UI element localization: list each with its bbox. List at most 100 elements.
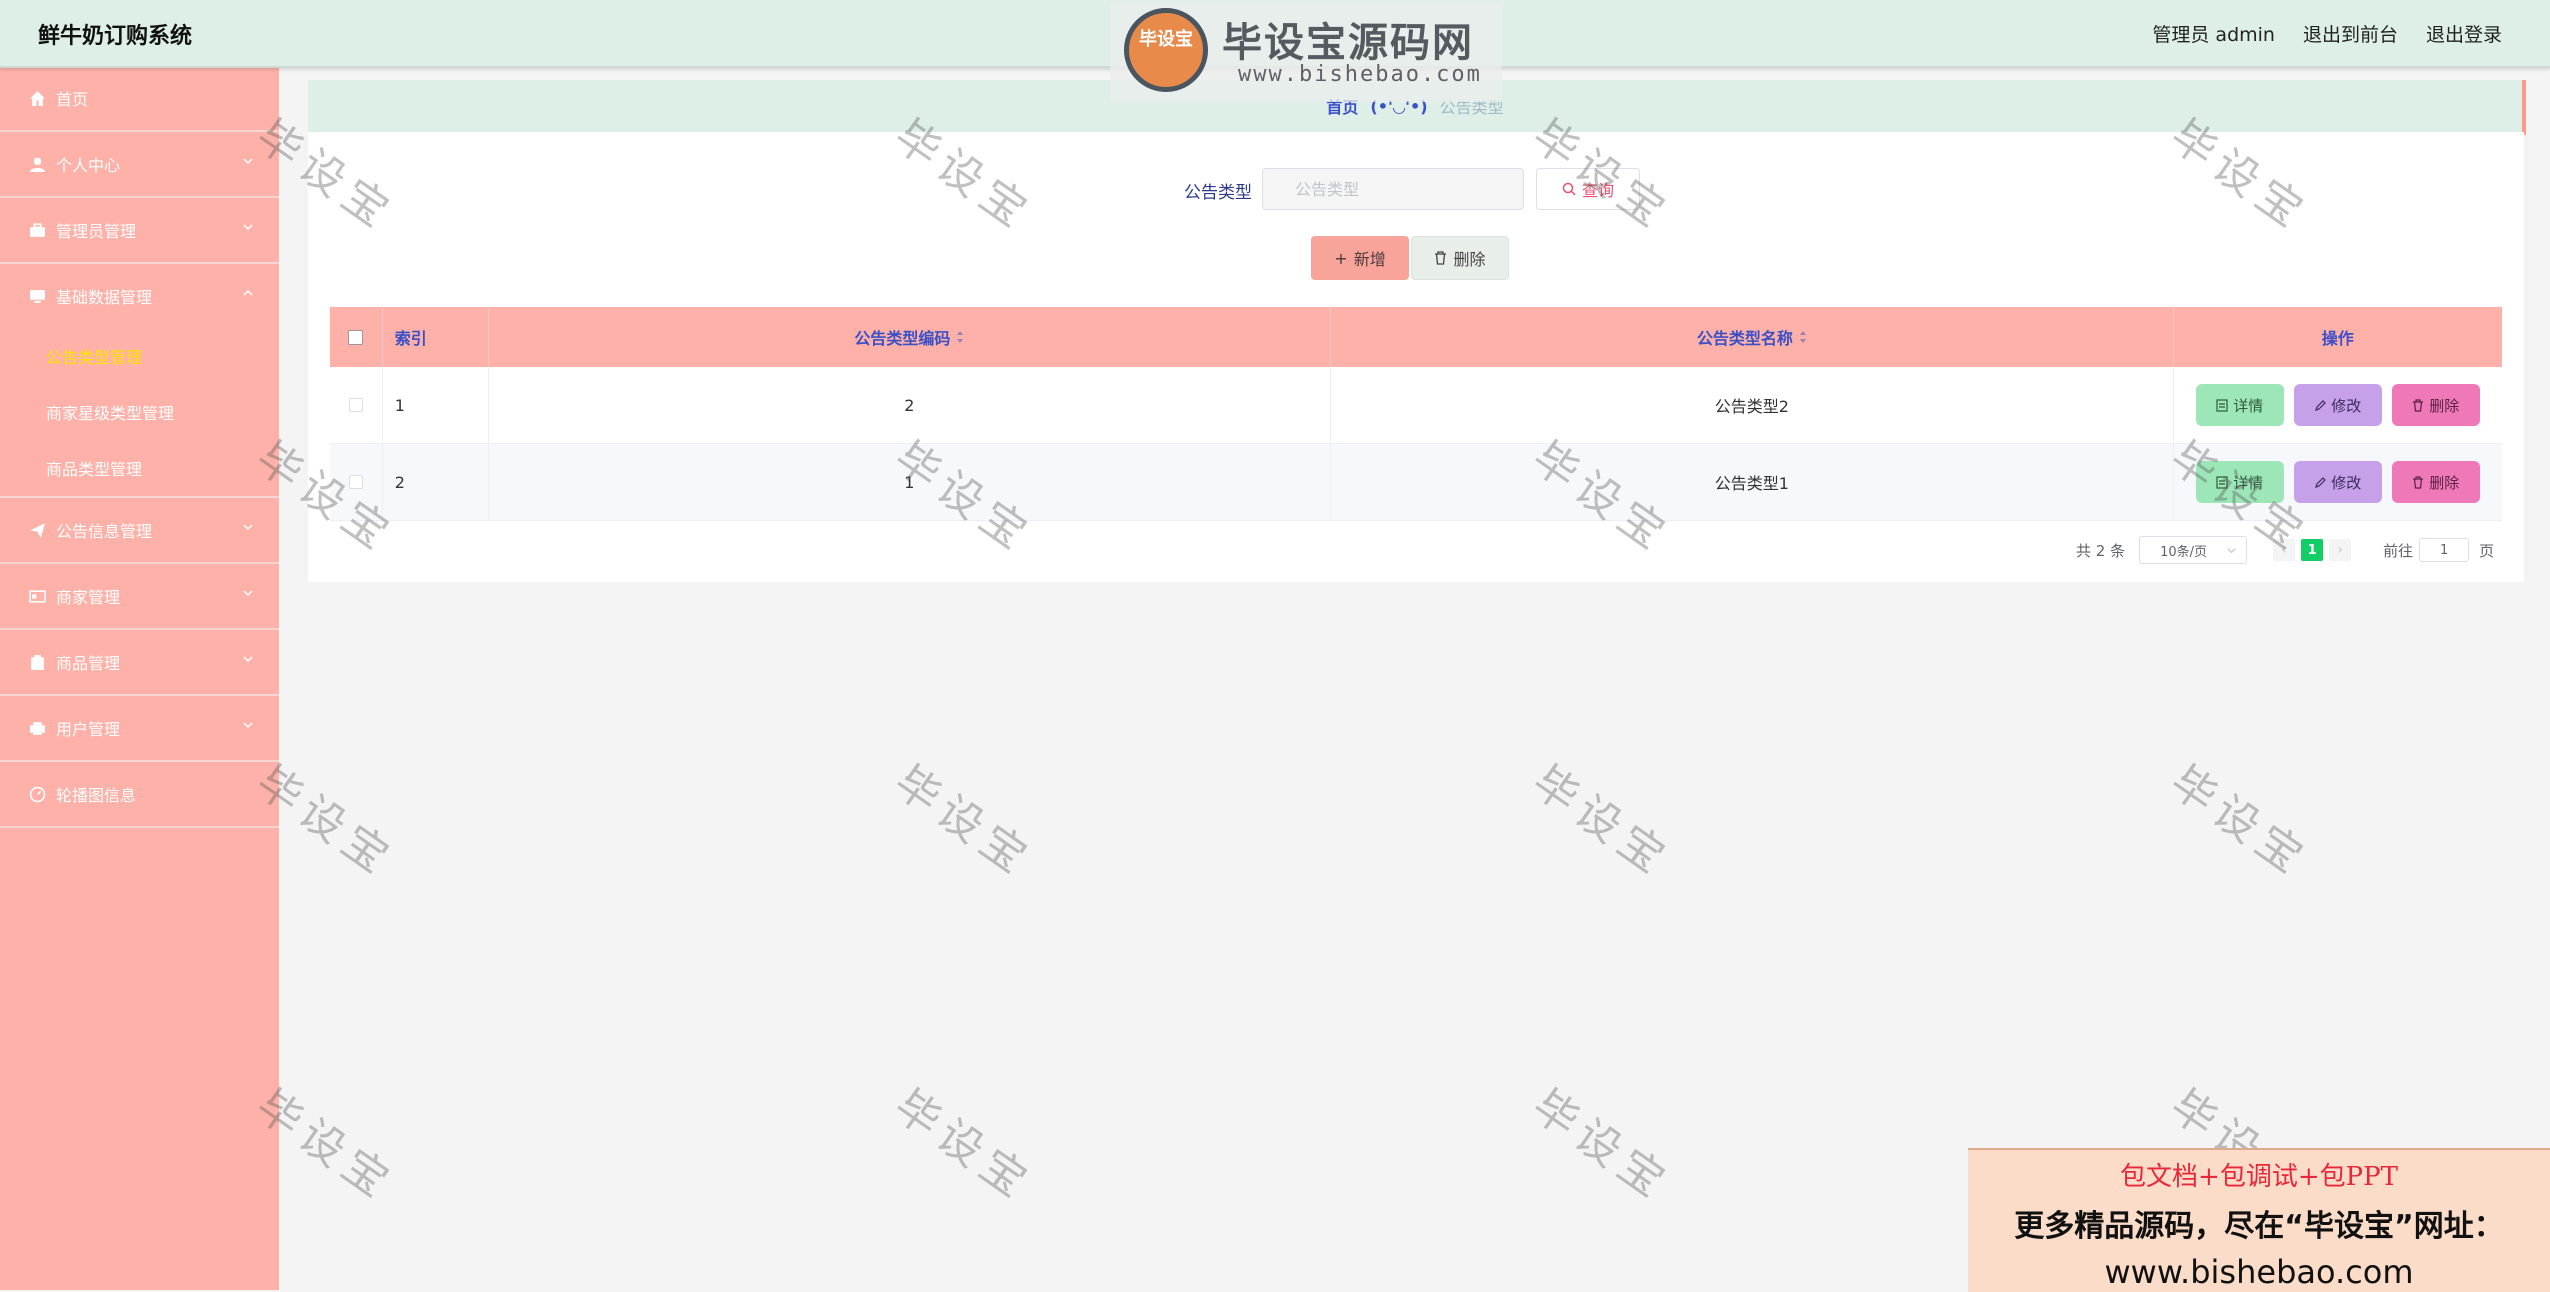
chevron-up-icon — [243, 289, 253, 296]
basic-data-submenu: 公告类型管理 商家星级类型管理 商品类型管理 — [0, 328, 279, 498]
total-count: 共 2 条 — [2076, 541, 2126, 560]
sidebar-subitem-merchant-star-type[interactable]: 商家星级类型管理 — [0, 384, 279, 440]
sort-icon[interactable] — [956, 330, 964, 344]
sidebar-item-merchant-management[interactable]: 商家管理 — [0, 564, 279, 630]
goto-label: 前往 — [2383, 541, 2414, 560]
app-title: 鲜牛奶订购系统 — [38, 24, 193, 49]
admin-user-label[interactable]: 管理员 admin — [2152, 20, 2275, 47]
delete-label: 删除 — [2429, 473, 2460, 492]
table-row: 1 2 公告类型2 详情 修改 删除 — [330, 367, 2502, 444]
trash-icon — [2413, 475, 2424, 489]
query-button-label: 查询 — [1581, 181, 1614, 200]
header-ops-label: 操作 — [2321, 329, 2354, 348]
logout-link[interactable]: 退出登录 — [2426, 20, 2502, 47]
header-name[interactable]: 公告类型名称 — [1331, 307, 2174, 367]
sidebar-item-goods-management[interactable]: 商品管理 — [0, 630, 279, 696]
row-index: 1 — [383, 367, 489, 443]
edit-button[interactable]: 修改 — [2293, 384, 2382, 426]
promo-banner: 包文档+包调试+包PPT 更多精品源码，尽在“毕设宝”网址： www.bishe… — [1968, 1148, 2550, 1292]
watermark-text: 毕设宝 — [1522, 1080, 1680, 1212]
watermark-text: 毕设宝 — [2160, 756, 2318, 888]
select-all-checkbox[interactable] — [348, 329, 364, 345]
row-name: 公告类型1 — [1331, 444, 2174, 520]
prev-page-button[interactable]: ‹ — [2273, 539, 2296, 561]
delete-label: 删除 — [2429, 396, 2460, 415]
sidebar-item-label: 基础数据管理 — [56, 288, 153, 307]
batch-delete-button[interactable]: 删除 — [1411, 236, 1509, 280]
row-checkbox[interactable] — [348, 475, 363, 489]
row-code: 1 — [489, 444, 1332, 520]
sidebar-item-label: 商品管理 — [56, 654, 121, 673]
page-number-current[interactable]: 1 — [2301, 539, 2324, 561]
monitor-icon — [28, 287, 46, 305]
gauge-icon — [28, 785, 46, 803]
header-name-label: 公告类型名称 — [1696, 329, 1793, 348]
row-check-cell — [330, 367, 383, 443]
header-index-label: 索引 — [394, 329, 427, 348]
send-icon — [28, 521, 46, 539]
batch-delete-label: 删除 — [1453, 250, 1486, 269]
edit-button[interactable]: 修改 — [2293, 461, 2382, 503]
trash-icon — [1435, 251, 1447, 265]
sidebar-item-user-management[interactable]: 用户管理 — [0, 696, 279, 762]
table-header-row: 索引 公告类型编码 公告类型名称 操作 — [330, 307, 2502, 367]
sidebar-item-label: 个人中心 — [56, 156, 121, 175]
sidebar-item-label: 公告信息管理 — [56, 522, 153, 541]
clipboard-icon — [28, 653, 46, 671]
notice-type-table: 索引 公告类型编码 公告类型名称 操作 1 2 公告类型2 详情 修改 删除 2… — [330, 307, 2502, 521]
delete-button[interactable]: 删除 — [2391, 384, 2480, 426]
chevron-down-icon — [243, 158, 253, 165]
add-button[interactable]: + 新增 — [1311, 236, 1409, 280]
document-icon — [2216, 475, 2228, 489]
sidebar-subitem-notice-type[interactable]: 公告类型管理 — [0, 328, 279, 384]
row-code: 2 — [489, 367, 1332, 443]
briefcase-icon — [28, 221, 46, 239]
sidebar-subitem-goods-type[interactable]: 商品类型管理 — [0, 440, 279, 496]
promo-line-1: 包文档+包调试+包PPT — [2120, 1162, 2398, 1192]
logo-badge-text: 毕设宝 — [1139, 29, 1193, 50]
chevron-down-icon — [2227, 548, 2236, 554]
sidebar-item-basic-data[interactable]: 基础数据管理 — [0, 264, 279, 328]
row-ops: 详情 修改 删除 — [2174, 367, 2502, 443]
chevron-down-icon — [243, 524, 253, 531]
page-size-select[interactable]: 10条/页 — [2139, 536, 2248, 564]
watermark-text: 毕设宝 — [1522, 756, 1680, 888]
chevron-down-icon — [243, 722, 253, 729]
detail-label: 详情 — [2233, 396, 2264, 415]
sidebar-item-admin-management[interactable]: 管理员管理 — [0, 198, 279, 264]
row-ops: 详情 修改 删除 — [2174, 444, 2502, 520]
exit-to-front-link[interactable]: 退出到前台 — [2303, 20, 2398, 47]
header-actions: 管理员 admin 退出到前台 退出登录 — [2152, 20, 2502, 47]
table-row: 2 1 公告类型1 详情 修改 删除 — [330, 444, 2502, 521]
edit-label: 修改 — [2331, 396, 2362, 415]
printer-icon — [28, 719, 46, 737]
delete-button[interactable]: 删除 — [2391, 461, 2480, 503]
logo-url: www.bishebao.com — [1238, 62, 1482, 87]
pencil-icon — [2315, 399, 2327, 411]
promo-line-2: 更多精品源码，尽在“毕设宝”网址： — [2014, 1209, 2504, 1244]
pagination: 共 2 条 10条/页 ‹ 1 › 前往 页 — [2076, 536, 2494, 564]
detail-button[interactable]: 详情 — [2195, 461, 2284, 503]
next-page-button[interactable]: › — [2329, 539, 2352, 561]
sidebar-item-label: 轮播图信息 — [56, 786, 137, 805]
card-icon — [28, 587, 46, 605]
search-icon — [1562, 182, 1576, 196]
detail-label: 详情 — [2233, 473, 2264, 492]
detail-button[interactable]: 详情 — [2195, 384, 2284, 426]
row-index: 2 — [383, 444, 489, 520]
sidebar-item-carousel-info[interactable]: 轮播图信息 — [0, 762, 279, 828]
page-size-value: 10条/页 — [2160, 544, 2208, 560]
notice-type-search-input[interactable] — [1262, 168, 1524, 210]
watermark-logo: 毕设宝 毕设宝源码网 www.bishebao.com — [1110, 2, 1502, 102]
sidebar-item-personal-center[interactable]: 个人中心 — [0, 132, 279, 198]
query-button[interactable]: 查询 — [1536, 168, 1640, 210]
home-icon — [28, 89, 46, 107]
sidebar-item-notice-management[interactable]: 公告信息管理 — [0, 498, 279, 564]
goto-page-input[interactable] — [2419, 538, 2470, 562]
header-ops: 操作 — [2174, 307, 2502, 367]
header-check-cell — [330, 307, 383, 367]
sidebar-item-home[interactable]: 首页 — [0, 66, 279, 132]
header-code[interactable]: 公告类型编码 — [489, 307, 1332, 367]
row-checkbox[interactable] — [348, 398, 363, 412]
sort-icon[interactable] — [1799, 330, 1807, 344]
